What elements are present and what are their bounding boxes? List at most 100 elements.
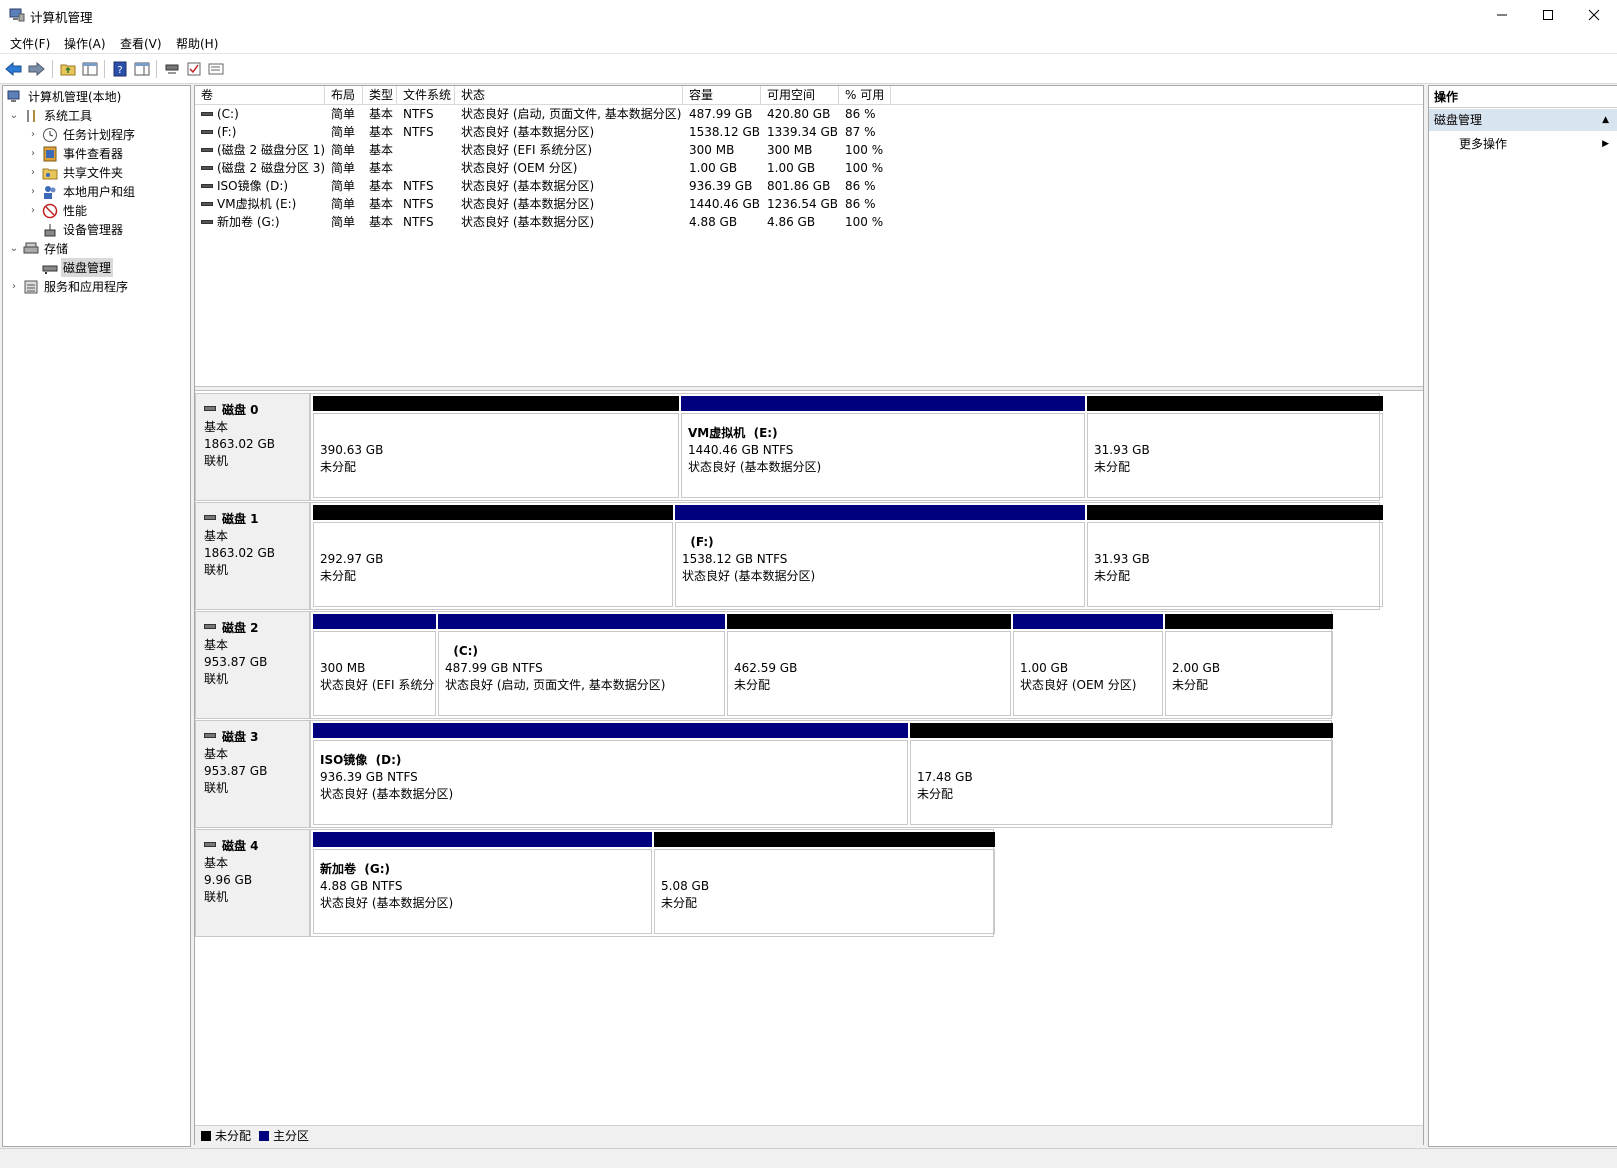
volume-row[interactable]: (F:) 简单 基本 NTFS 状态良好 (基本数据分区) 1538.12 GB 1339.…	[195, 123, 1423, 141]
primary-partition[interactable]: 300 MB 状态良好 (EFI 系统分	[313, 614, 436, 716]
partition-status: 未分配	[320, 460, 357, 474]
menu-help[interactable]: 帮助(H)	[176, 35, 218, 52]
disk-label[interactable]: 磁盘 2 基本 953.87 GB 联机	[195, 611, 310, 719]
menu-file[interactable]: 文件(F)	[10, 35, 50, 52]
more-actions-item[interactable]: 更多操作 ▶	[1429, 134, 1617, 154]
column-header-volume[interactable]: 卷	[195, 86, 325, 105]
partition-body: 新加卷 (G:) 4.88 GB NTFS 状态良好 (基本数据分区)	[313, 849, 652, 934]
volume-name-cell: 新加卷 (G:)	[195, 213, 325, 231]
unallocated-space[interactable]: 292.97 GB 未分配	[313, 505, 673, 607]
tree-item-task-scheduler[interactable]: › 任务计划程序	[26, 125, 137, 144]
volume-capacity-cell: 936.39 GB	[689, 179, 753, 193]
volume-capacity-cell: 4.88 GB	[689, 215, 738, 229]
tree-item-system-tools[interactable]: ⌄ 系统工具	[7, 106, 94, 125]
collapse-up-icon[interactable]: ▲	[1602, 109, 1609, 131]
tree-item-device-manager[interactable]: 设备管理器	[40, 220, 125, 239]
menu-view[interactable]: 查看(V)	[120, 35, 162, 52]
check-icon[interactable]	[184, 59, 204, 79]
disk-state: 联机	[204, 672, 229, 686]
unallocated-space[interactable]: 5.08 GB 未分配	[654, 832, 995, 934]
column-header-percent-free[interactable]: % 可用	[839, 86, 891, 105]
tree-item-event-viewer[interactable]: › 事件查看器	[26, 144, 125, 163]
volume-icon	[201, 165, 213, 170]
volume-row[interactable]: ISO镜像 (D:) 简单 基本 NTFS 状态良好 (基本数据分区) 936.39 GB…	[195, 177, 1423, 195]
volume-row[interactable]: (磁盘 2 磁盘分区 3) 简单 基本 状态良好 (OEM 分区) 1.00 GB 1.0…	[195, 159, 1423, 177]
menu-action[interactable]: 操作(A)	[64, 35, 106, 52]
disk-label[interactable]: 磁盘 0 基本 1863.02 GB 联机	[195, 393, 310, 501]
column-header-status[interactable]: 状态	[455, 86, 683, 105]
disk-label[interactable]: 磁盘 3 基本 953.87 GB 联机	[195, 720, 310, 828]
primary-partition[interactable]: 1.00 GB 状态良好 (OEM 分区)	[1013, 614, 1163, 716]
actions-section-disk-management[interactable]: 磁盘管理 ▲	[1429, 109, 1617, 131]
unallocated-space[interactable]: 462.59 GB 未分配	[727, 614, 1011, 716]
chevron-right-icon[interactable]: ›	[26, 185, 40, 199]
chevron-right-icon[interactable]: ›	[26, 166, 40, 180]
show-hide-tree-icon[interactable]	[80, 59, 100, 79]
volume-type-cell: 基本	[369, 215, 394, 229]
disk-label[interactable]: 磁盘 4 基本 9.96 GB 联机	[195, 829, 310, 937]
help-icon[interactable]: ?	[110, 59, 130, 79]
disk-row: 磁盘 4 基本 9.96 GB 联机 新加卷 (G:) 4.88 GB NTFS 状态良好 …	[195, 829, 996, 939]
unallocated-space[interactable]: 31.93 GB 未分配	[1087, 396, 1383, 498]
volume-row[interactable]: VM虚拟机 (E:) 简单 基本 NTFS 状态良好 (基本数据分区) 1440.46 G…	[195, 195, 1423, 213]
svg-text:?: ?	[117, 65, 122, 76]
column-header-layout[interactable]: 布局	[325, 86, 363, 105]
close-button[interactable]	[1571, 0, 1617, 30]
disk-label[interactable]: 磁盘 1 基本 1863.02 GB 联机	[195, 502, 310, 610]
volume-capacity-cell: 1440.46 GB	[689, 197, 760, 211]
chevron-right-icon[interactable]: ›	[26, 204, 40, 218]
unallocated-space[interactable]: 31.93 GB 未分配	[1087, 505, 1383, 607]
volume-type-cell: 基本	[369, 161, 394, 175]
volume-pct-cell: 86 %	[845, 107, 876, 121]
volume-layout-cell: 简单	[331, 179, 356, 193]
disk-type: 基本	[204, 638, 229, 652]
disk-row: 磁盘 1 基本 1863.02 GB 联机 292.97 GB 未分配 (F:) 1538.…	[195, 502, 1383, 612]
column-header-free[interactable]: 可用空间	[761, 86, 839, 105]
primary-partition[interactable]: VM虚拟机 (E:) 1440.46 GB NTFS 状态良好 (基本数据分区)	[681, 396, 1085, 498]
forward-arrow-icon[interactable]	[26, 59, 46, 79]
back-arrow-icon[interactable]	[4, 59, 24, 79]
properties-pane-icon[interactable]	[132, 59, 152, 79]
tree-item-disk-management[interactable]: 磁盘管理	[40, 258, 114, 277]
tree-item-root[interactable]: 计算机管理(本地)	[5, 87, 123, 106]
unallocated-space[interactable]: 390.63 GB 未分配	[313, 396, 679, 498]
volume-row[interactable]: (C:) 简单 基本 NTFS 状态良好 (启动, 页面文件, 基本数据分区) 487.9…	[195, 105, 1423, 123]
minimize-button[interactable]	[1479, 0, 1525, 30]
tree-item-shared-folders[interactable]: › 共享文件夹	[26, 163, 125, 182]
volume-name-cell: (磁盘 2 磁盘分区 3)	[195, 159, 325, 177]
volume-icon	[201, 147, 213, 152]
maximize-button[interactable]	[1525, 0, 1571, 30]
tree-item-performance[interactable]: › 性能	[26, 201, 89, 220]
list-icon[interactable]	[206, 59, 226, 79]
primary-partition[interactable]: (C:) 487.99 GB NTFS 状态良好 (启动, 页面文件, 基本数据分区…	[438, 614, 725, 716]
volume-pct-cell: 86 %	[845, 197, 876, 211]
volume-free-cell: 1.00 GB	[767, 161, 816, 175]
primary-partition[interactable]: (F:) 1538.12 GB NTFS 状态良好 (基本数据分区)	[675, 505, 1085, 607]
volume-row[interactable]: (磁盘 2 磁盘分区 1) 简单 基本 状态良好 (EFI 系统分区) 300 MB 30…	[195, 141, 1423, 159]
primary-partition[interactable]: 新加卷 (G:) 4.88 GB NTFS 状态良好 (基本数据分区)	[313, 832, 652, 934]
tree-item-local-users[interactable]: › 本地用户和组	[26, 182, 137, 201]
unallocated-space[interactable]: 2.00 GB 未分配	[1165, 614, 1333, 716]
chevron-right-icon[interactable]: ›	[7, 280, 21, 294]
connect-icon[interactable]	[162, 59, 182, 79]
chevron-right-icon[interactable]: ›	[26, 128, 40, 142]
chevron-down-icon[interactable]: ⌄	[7, 242, 21, 256]
partition-size: 462.59 GB	[734, 661, 798, 675]
volume-row[interactable]: 新加卷 (G:) 简单 基本 NTFS 状态良好 (基本数据分区) 4.88 GB 4.86…	[195, 213, 1423, 231]
tree-item-services-apps[interactable]: › 服务和应用程序	[7, 277, 130, 296]
column-header-capacity[interactable]: 容量	[683, 86, 761, 105]
column-header-type[interactable]: 类型	[363, 86, 397, 105]
column-header-filesystem[interactable]: 文件系统	[397, 86, 455, 105]
unallocated-space[interactable]: 17.48 GB 未分配	[910, 723, 1333, 825]
partition-color-bar	[313, 505, 673, 520]
disk-name: 磁盘 4	[222, 839, 259, 853]
toolbar: ?	[0, 54, 1617, 84]
primary-partition[interactable]: ISO镜像 (D:) 936.39 GB NTFS 状态良好 (基本数据分区)	[313, 723, 908, 825]
tree-item-storage[interactable]: ⌄ 存储	[7, 239, 70, 258]
chevron-down-icon[interactable]: ⌄	[7, 109, 21, 123]
up-folder-icon[interactable]	[58, 59, 78, 79]
partition-status: 状态良好 (启动, 页面文件, 基本数据分区)	[445, 678, 666, 692]
tools-icon	[23, 108, 39, 124]
legend-unallocated: 未分配	[215, 1129, 252, 1143]
chevron-right-icon[interactable]: ›	[26, 147, 40, 161]
